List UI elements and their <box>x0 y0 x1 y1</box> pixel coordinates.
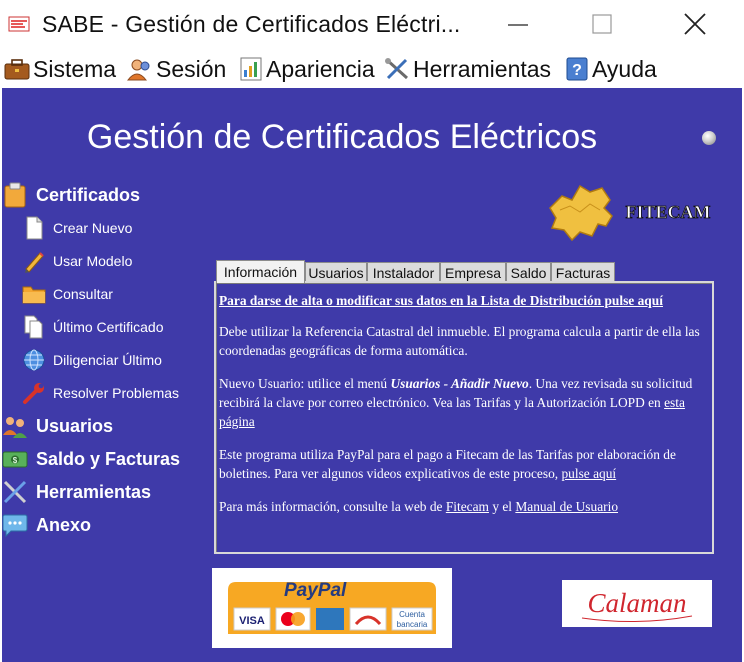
tools-icon <box>3 480 27 504</box>
sidebar-item-label: Crear Nuevo <box>53 220 133 236</box>
bank-label-2: bancaria <box>397 620 428 629</box>
fitecam-logo-text: FITECAM <box>626 202 711 222</box>
tab-label: Facturas <box>555 265 611 281</box>
paypal-brand: PayPal <box>284 580 347 601</box>
help-icon: ? <box>566 57 588 81</box>
sidebar-section-label: Anexo <box>36 514 92 535</box>
menu-label: Sesión <box>156 55 227 82</box>
wrench-icon <box>23 383 44 404</box>
sidebar-item-label: Diligenciar Último <box>53 352 162 368</box>
sidebar-item-crear-nuevo[interactable]: Crear Nuevo <box>22 214 132 242</box>
status-orb-icon[interactable] <box>702 131 716 145</box>
tab-usuarios[interactable]: Usuarios <box>305 262 367 283</box>
paypal-logo: PayPal VISA Cuenta bancaria <box>228 571 436 634</box>
sidebar-item-label: Consultar <box>53 286 113 302</box>
tab-label: Usuarios <box>308 265 364 281</box>
sidebar-item-ultimo-certificado[interactable]: Último Certificado <box>22 313 163 341</box>
tab-informacion[interactable]: Información <box>216 260 305 283</box>
title-bar: SABE - Gestión de Certificados Eléctri..… <box>0 0 744 50</box>
paypal-button[interactable]: PayPal VISA Cuenta bancaria <box>212 568 452 648</box>
menu-label: Sistema <box>33 55 117 82</box>
fitecam-logo: FITECAM <box>549 184 711 242</box>
tab-label: Instalador <box>372 265 435 281</box>
tab-saldo[interactable]: Saldo <box>506 262 551 283</box>
main-panel: Gestión de Certificados Eléctricos Certi… <box>2 88 742 662</box>
calaman-logo[interactable]: Calaman <box>562 580 712 627</box>
menu-label: Apariencia <box>266 55 375 82</box>
close-button[interactable] <box>664 0 724 50</box>
menu-sesion[interactable]: Sesión <box>127 52 226 86</box>
sidebar-section-anexo[interactable]: Anexo <box>2 510 91 540</box>
menu-herramientas[interactable]: Herramientas <box>384 52 551 86</box>
sidebar-section-label: Usuarios <box>36 415 114 436</box>
tab-label: Saldo <box>510 265 547 281</box>
minimize-button[interactable] <box>488 0 548 50</box>
sidebar-item-resolver-problemas[interactable]: Resolver Problemas <box>22 379 179 407</box>
svg-text:?: ? <box>572 62 582 79</box>
sidebar-section-label: Saldo y Facturas <box>36 448 181 469</box>
menu-bar: Sistema Sesión Apariencia Herramientas ? <box>0 52 744 86</box>
info-paragraph: Nuevo Usuario: utilice el menú Usuarios … <box>219 376 693 429</box>
menu-label: Ayuda <box>592 55 657 82</box>
tab-empresa[interactable]: Empresa <box>440 262 506 283</box>
sidebar-section-certificados[interactable]: Certificados <box>2 180 140 210</box>
briefcase-icon <box>4 59 30 80</box>
pulse-aqui-link[interactable]: pulse aquí <box>561 466 616 481</box>
tab-facturas[interactable]: Facturas <box>551 262 615 283</box>
tools-icon <box>385 58 409 80</box>
window-title: SABE - Gestión de Certificados Eléctri..… <box>42 11 461 37</box>
sidebar-section-herramientas[interactable]: Herramientas <box>2 477 151 507</box>
maximize-icon <box>592 14 612 34</box>
app-icon <box>8 16 30 32</box>
menu-label: Herramientas <box>413 55 552 82</box>
tab-label: Empresa <box>444 265 502 281</box>
info-paragraph: Debe utilizar la Referencia Catastral de… <box>219 324 700 358</box>
globe-icon <box>23 349 45 371</box>
visa-label: VISA <box>239 615 265 627</box>
sidebar-item-label: Usar Modelo <box>53 253 133 269</box>
sidebar-section-label: Herramientas <box>36 481 152 502</box>
tab-label: Información <box>223 264 298 280</box>
fitecam-link[interactable]: Fitecam <box>446 499 489 514</box>
documents-icon <box>24 315 43 339</box>
folder-icon <box>22 286 46 304</box>
calaman-text: Calaman <box>587 588 686 618</box>
sidebar-item-label: Resolver Problemas <box>53 385 180 401</box>
info-paragraph: Para más información, consulte la web de… <box>219 499 619 514</box>
menu-ayuda[interactable]: ? Ayuda <box>565 52 657 86</box>
user-icon <box>127 59 150 81</box>
info-panel: Para darse de alta o modificar sus datos… <box>214 281 714 554</box>
sidebar-item-usar-modelo[interactable]: Usar Modelo <box>22 247 132 275</box>
sidebar-section-label: Certificados <box>36 184 141 205</box>
manual-link[interactable]: Manual de Usuario <box>515 499 618 514</box>
money-icon: $ <box>2 451 28 468</box>
sidebar-section-usuarios[interactable]: Usuarios <box>2 411 113 441</box>
info-paragraph: Este programa utiliza PayPal para el pag… <box>219 447 676 481</box>
calaman-logo-graphic: Calaman <box>581 588 693 623</box>
users-icon <box>3 417 27 438</box>
clipboard-icon <box>4 182 26 208</box>
tab-instalador[interactable]: Instalador <box>367 262 440 283</box>
chart-icon <box>240 57 262 81</box>
sidebar-item-label: Último Certificado <box>53 319 164 335</box>
bank-label-1: Cuenta <box>399 610 425 619</box>
alta-link[interactable]: Para darse de alta o modificar sus datos… <box>219 293 663 308</box>
new-document-icon <box>26 216 43 240</box>
menu-sistema[interactable]: Sistema <box>4 52 116 86</box>
chat-icon <box>2 514 28 538</box>
sidebar-item-diligenciar-ultimo[interactable]: Diligenciar Último <box>22 346 162 374</box>
svg-text:$: $ <box>13 456 18 465</box>
close-icon <box>684 13 706 35</box>
sidebar-item-consultar[interactable]: Consultar <box>22 280 113 308</box>
minimize-icon <box>508 24 528 26</box>
page-title: Gestión de Certificados Eléctricos <box>86 118 598 156</box>
menu-apariencia[interactable]: Apariencia <box>239 52 375 86</box>
maximize-button[interactable] <box>572 0 632 50</box>
pencil-icon <box>25 252 44 273</box>
sidebar-section-saldo-facturas[interactable]: $ Saldo y Facturas <box>2 444 180 474</box>
